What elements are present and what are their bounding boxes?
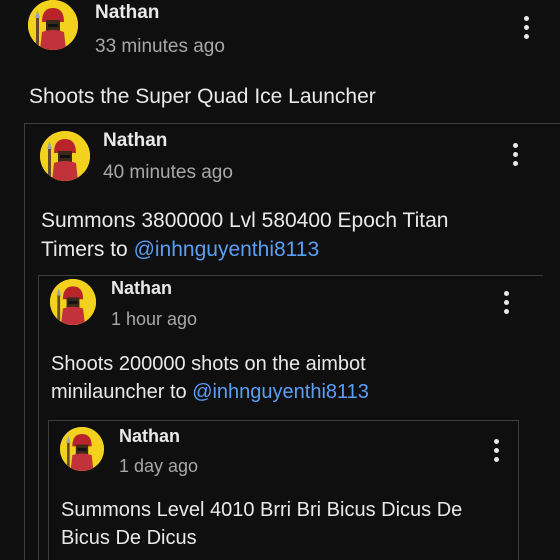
thread-right-line-level-3: [518, 420, 519, 560]
thread-top-line-level-1: [24, 123, 560, 124]
comment-text-line-2: minilauncher to @inhnguyenthi8113: [51, 378, 369, 406]
comment-text-line-1: Shoots 200000 shots on the aimbot: [51, 353, 366, 375]
more-vertical-icon[interactable]: [496, 288, 516, 316]
thread-line-level-3: [48, 420, 49, 560]
comment-text-line-1: Summons Level 4010 Brri Bri Bicus Dicus …: [61, 499, 463, 521]
mention-link[interactable]: @inhnguyenthi8113: [192, 381, 369, 403]
avatar-icon[interactable]: [60, 427, 104, 471]
avatar-icon[interactable]: [40, 131, 90, 181]
thread-line-level-2: [38, 275, 39, 560]
comment-text-line-2-prefix: minilauncher to: [51, 381, 193, 403]
more-vertical-icon[interactable]: [505, 140, 525, 168]
avatar-icon[interactable]: [50, 279, 96, 325]
thread-line-level-1: [24, 123, 25, 560]
comment-author[interactable]: Nathan: [103, 130, 167, 152]
comment-text-line-1: Summons 3800000 Lvl 580400 Epoch Titan: [41, 209, 449, 232]
comment-text: Summons 3800000 Lvl 580400 Epoch Titan T…: [41, 206, 448, 264]
comment-text: Shoots the Super Quad Ice Launcher: [29, 82, 376, 111]
thread-top-line-level-3: [48, 420, 518, 421]
comment-text-line-2-prefix: Timers to: [41, 238, 134, 261]
thread-top-line-level-2: [38, 275, 543, 276]
mention-link[interactable]: @inhnguyenthi8113: [134, 238, 320, 261]
comment-timestamp: 1 day ago: [119, 456, 199, 476]
comment-author[interactable]: Nathan: [111, 278, 172, 299]
comment-timestamp: 1 hour ago: [111, 309, 198, 329]
more-vertical-icon[interactable]: [486, 436, 506, 464]
comment-text-line-2: Timers to @inhnguyenthi8113: [41, 235, 448, 264]
comment-text: Summons Level 4010 Brri Bri Bicus Dicus …: [61, 496, 462, 552]
comment-timestamp: 33 minutes ago: [95, 36, 225, 57]
more-vertical-icon[interactable]: [516, 13, 536, 41]
avatar-icon[interactable]: [28, 0, 78, 50]
comment-text-line-2: Bicus De Dicus: [61, 527, 197, 549]
comment-author[interactable]: Nathan: [95, 2, 159, 24]
comment-author[interactable]: Nathan: [119, 426, 180, 447]
comment-timestamp: 40 minutes ago: [103, 162, 233, 183]
comment-text-line-1: Shoots the Super Quad Ice Launcher: [29, 85, 376, 108]
comment-text: Shoots 200000 shots on the aimbot minila…: [51, 350, 369, 406]
